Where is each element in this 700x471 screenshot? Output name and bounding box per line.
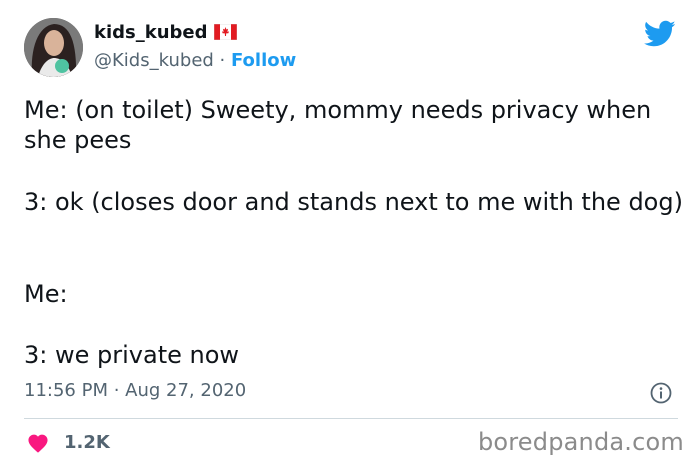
timestamp-separator: · <box>107 380 126 401</box>
tweet-time[interactable]: 11:56 PM <box>24 380 108 401</box>
handle-row: @Kids_kubed · Follow <box>94 50 296 71</box>
author-handle[interactable]: @Kids_kubed <box>94 50 214 71</box>
heart-icon[interactable] <box>27 433 49 453</box>
tweet-timestamp[interactable]: 11:56 PM · Aug 27, 2020 <box>24 380 246 401</box>
tweet-line-1: Me: (on toilet) Sweety, mommy needs priv… <box>24 96 652 154</box>
divider <box>24 418 678 419</box>
follow-button[interactable]: Follow <box>231 50 296 71</box>
tweet-date[interactable]: Aug 27, 2020 <box>125 380 246 401</box>
tweet-line-4: 3: we private now <box>24 341 240 369</box>
author-name-text[interactable]: kids_kubed <box>94 22 208 43</box>
info-icon[interactable] <box>650 382 672 404</box>
tweet-line-2: 3: ok (closes door and stands next to me… <box>24 188 683 216</box>
watermark: boredpanda.com <box>477 428 684 456</box>
like-count[interactable]: 1.2K <box>64 432 110 453</box>
handle-separator: · <box>213 50 231 71</box>
canada-flag-icon <box>213 24 237 40</box>
twitter-bird-icon[interactable] <box>644 20 676 48</box>
tweet-line-3: Me: <box>24 280 68 308</box>
author-name[interactable]: kids_kubed <box>94 22 237 43</box>
avatar[interactable] <box>24 18 83 77</box>
